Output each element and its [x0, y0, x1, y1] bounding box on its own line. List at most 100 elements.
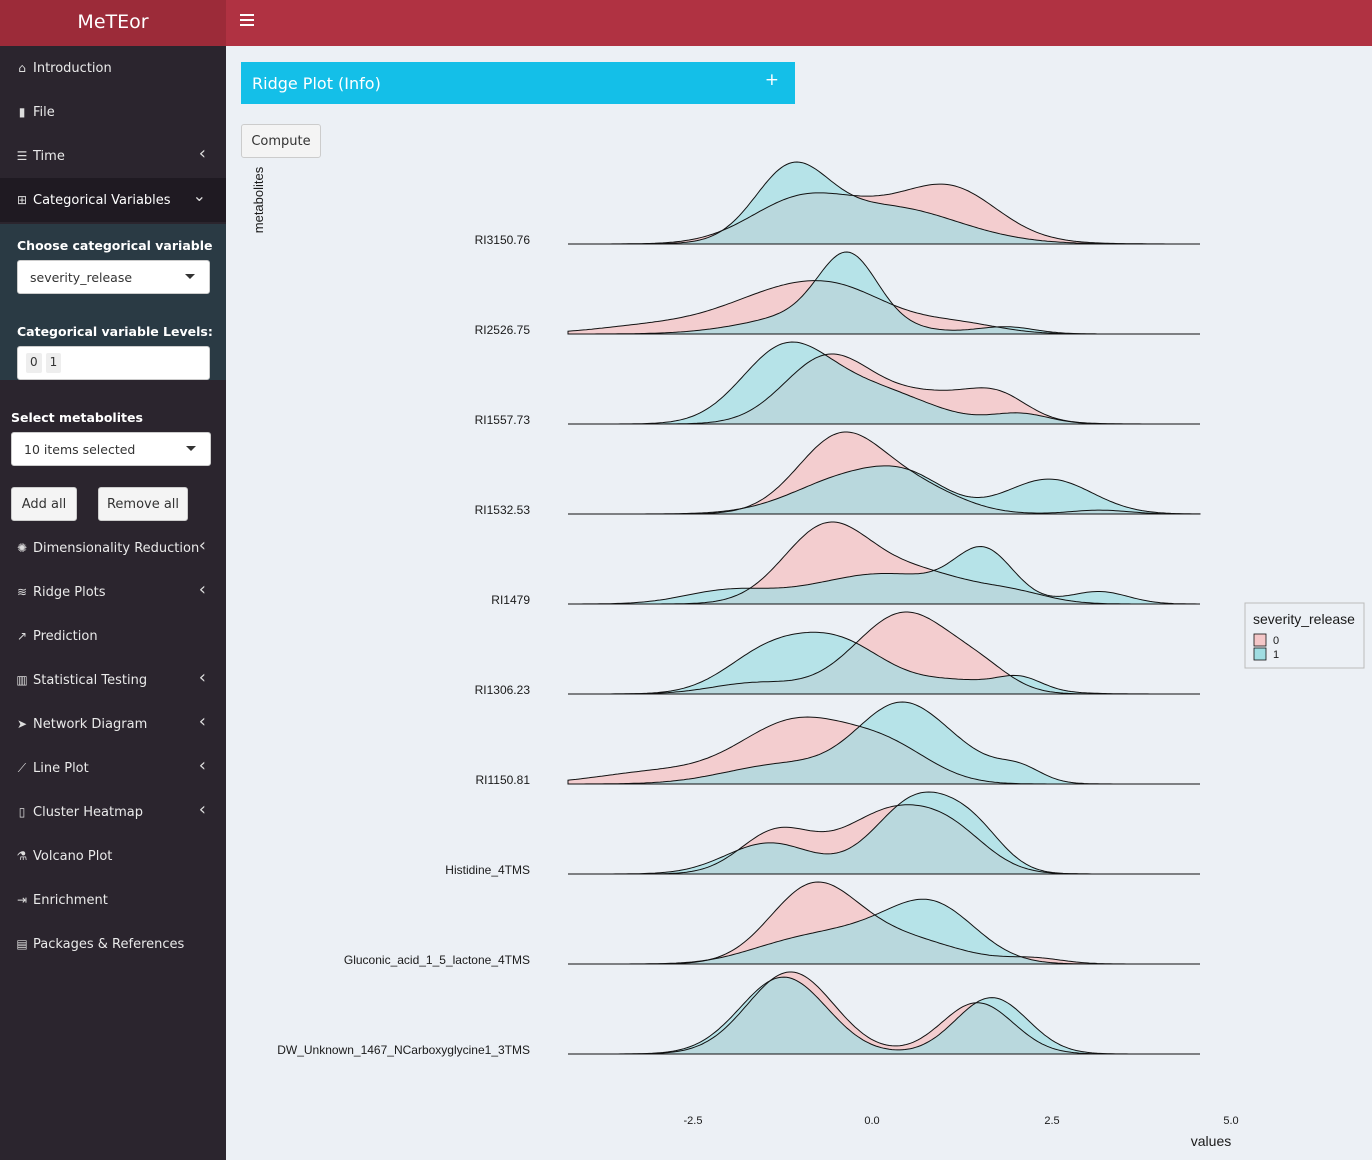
sidebar-item-network-diagram[interactable]: ➤ Network Diagram ‹ — [0, 702, 226, 746]
sidebar-item-line-plot[interactable]: ⟋ Line Plot ‹ — [0, 746, 226, 790]
flask-icon: ⚗ — [16, 849, 28, 863]
sidebar-item-introduction[interactable]: ⌂ Introduction — [0, 46, 226, 90]
sidebar-item-file[interactable]: ▮ File — [0, 90, 226, 134]
sidebar-item-categorical-variables[interactable]: ⊞ Categorical Variables ⌄ — [0, 178, 226, 222]
sidebar-item-label: Network Diagram — [33, 716, 148, 732]
ridge-density-1 — [568, 792, 1200, 874]
chevron-left-icon: ‹ — [198, 143, 206, 164]
ridge-plot: RI3150.76 RI2526.75 RI1557.73 RI1532.53 RI14… — [251, 161, 1365, 1149]
legend-label: 1 — [1273, 649, 1279, 661]
chevron-left-icon: ‹ — [198, 535, 206, 556]
sidebar-item-label: Statistical Testing — [33, 672, 148, 688]
x-tick-label: 2.5 — [1044, 1115, 1059, 1127]
x-axis-title: values — [1191, 1133, 1231, 1149]
thermometer-icon: ▯ — [18, 805, 26, 819]
y-tick-label: RI1532.53 — [475, 503, 531, 517]
sidebar-item-label: Packages & References — [33, 936, 185, 952]
sidebar-item-label: Categorical Variables — [33, 192, 171, 208]
dharma-icon: ✺ — [16, 541, 28, 555]
legend-title: severity_release — [1253, 611, 1355, 627]
select-value: 10 items selected — [24, 441, 136, 457]
chevron-down-icon: ⌄ — [192, 186, 206, 205]
select-value: severity_release — [30, 269, 133, 285]
y-tick-label: Histidine_4TMS — [445, 863, 530, 877]
y-tick-label: RI1150.81 — [476, 773, 531, 787]
info-box-title: Ridge Plot (Info) — [252, 73, 381, 93]
y-axis-title: metabolites — [251, 166, 266, 233]
chevron-left-icon: ‹ — [198, 579, 206, 600]
y-tick-label: Gluconic_acid_1_5_lactone_4TMS — [344, 953, 530, 967]
add-all-button[interactable]: Add all — [11, 487, 77, 521]
x-tick-label: -2.5 — [684, 1115, 703, 1127]
sidebar-item-label: File — [33, 104, 55, 120]
y-tick-label: RI2526.75 — [475, 323, 531, 337]
sidebar-item-label: Time — [33, 148, 65, 164]
bar-chart-icon: ▥ — [16, 673, 28, 687]
chevron-left-icon: ‹ — [198, 755, 206, 776]
file-icon: ▮ — [18, 105, 26, 119]
sidebar-item-label: Ridge Plots — [33, 584, 106, 600]
y-tick-label: RI1306.23 — [475, 683, 531, 697]
send-icon: ➤ — [16, 717, 28, 731]
sidebar-item-packages-references[interactable]: ▤ Packages & References — [0, 922, 226, 966]
line-chart-icon: ⟋ — [17, 760, 27, 775]
sidebar-item-label: Volcano Plot — [33, 848, 113, 864]
sidebar: ⌂ Introduction ▮ File ☰ Time ‹ ⊞ Categorical Var… — [0, 46, 226, 1160]
x-tick-label: 0.0 — [864, 1115, 879, 1127]
sidebar-item-dimensionality-reduction[interactable]: ✺ Dimensionality Reduction ‹ — [0, 526, 226, 570]
sliders-icon: ☰ — [16, 149, 28, 163]
y-tick-label: RI1557.73 — [475, 413, 531, 427]
legend-swatch-1 — [1253, 647, 1267, 661]
ridge-density-1 — [568, 977, 1200, 1054]
table-icon: ⊞ — [16, 193, 28, 207]
ridge-density-1 — [568, 465, 1200, 514]
chevron-left-icon: ‹ — [198, 799, 206, 820]
y-tick-label: RI3150.76 — [475, 233, 531, 247]
y-tick-label: RI1479 — [491, 593, 530, 607]
sidebar-item-enrichment[interactable]: ⇥ Enrichment — [0, 878, 226, 922]
y-tick-label: DW_Unknown_1467_NCarboxyglycine1_3TMS — [277, 1043, 530, 1057]
choose-categorical-label: Choose categorical variable — [17, 238, 213, 253]
calendar-icon: ▤ — [16, 937, 28, 951]
file-export-icon: ⇥ — [16, 893, 28, 907]
ridge-outline-1 — [568, 976, 1200, 1055]
chevron-left-icon: ‹ — [198, 711, 206, 732]
sidebar-item-cluster-heatmap[interactable]: ▯ Cluster Heatmap ‹ — [0, 790, 226, 834]
legend-label: 0 — [1273, 635, 1279, 647]
select-metabolites-label: Select metabolites — [11, 410, 143, 425]
sidebar-item-time[interactable]: ☰ Time ‹ — [0, 134, 226, 178]
level-tag[interactable]: 1 — [45, 353, 62, 373]
legend-swatch-0 — [1253, 633, 1267, 647]
sidebar-item-label: Introduction — [33, 60, 112, 76]
levels-input[interactable]: 01 — [17, 346, 210, 380]
water-icon: ≋ — [16, 585, 28, 599]
caret-down-icon — [185, 274, 195, 279]
app-logo[interactable]: MeTEor — [0, 0, 226, 46]
sidebar-item-label: Prediction — [33, 628, 98, 644]
expand-plus-icon[interactable]: + — [765, 70, 779, 90]
levels-label: Categorical variable Levels: — [17, 324, 213, 339]
remove-all-button[interactable]: Remove all — [98, 487, 188, 521]
sidebar-item-ridge-plots[interactable]: ≋ Ridge Plots ‹ — [0, 570, 226, 614]
ridge-density-1 — [568, 899, 1200, 964]
sidebar-toggle-icon[interactable] — [240, 14, 256, 30]
caret-down-icon — [186, 446, 196, 451]
ridge-outline-0 — [568, 971, 1200, 1055]
sidebar-item-volcano-plot[interactable]: ⚗ Volcano Plot — [0, 834, 226, 878]
sidebar-item-label: Cluster Heatmap — [33, 804, 143, 820]
sidebar-item-label: Enrichment — [33, 892, 108, 908]
x-tick-label: 5.0 — [1223, 1115, 1238, 1127]
ridge-plot-info-box[interactable]: Ridge Plot (Info) + — [241, 62, 795, 104]
sidebar-item-label: Line Plot — [33, 760, 89, 776]
sidebar-item-label: Dimensionality Reduction — [33, 540, 200, 556]
ridge-density-0 — [568, 972, 1200, 1054]
sidebar-item-prediction[interactable]: ↗ Prediction — [0, 614, 226, 658]
chart-line-up-icon: ↗ — [16, 629, 28, 643]
chevron-left-icon: ‹ — [198, 667, 206, 688]
categorical-variable-select[interactable]: severity_release — [17, 260, 210, 294]
top-navbar: MeTEor — [0, 0, 1372, 46]
home-icon: ⌂ — [18, 61, 26, 75]
level-tag[interactable]: 0 — [26, 353, 42, 373]
sidebar-item-statistical-testing[interactable]: ▥ Statistical Testing ‹ — [0, 658, 226, 702]
metabolites-select[interactable]: 10 items selected — [11, 432, 211, 466]
